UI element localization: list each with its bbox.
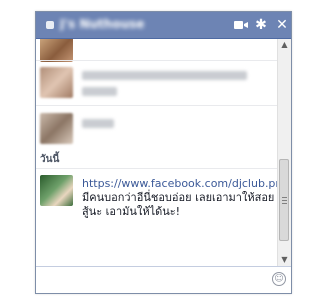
divider	[36, 168, 278, 169]
avatar[interactable]	[40, 175, 73, 206]
smiley-icon[interactable]: ☺	[272, 272, 286, 286]
online-status-icon	[46, 21, 54, 29]
avatar[interactable]	[40, 67, 73, 98]
gear-icon[interactable]: ✱	[253, 17, 269, 33]
grip-line	[282, 197, 287, 198]
avatar[interactable]	[40, 39, 73, 62]
divider	[36, 105, 278, 106]
scrollbar-thumb[interactable]	[279, 159, 289, 241]
chat-titlebar[interactable]: J's Nuthouse ✱ ✕	[36, 12, 291, 39]
message-list: วันนี้ https://www.facebook.com/djclub.p…	[36, 39, 278, 266]
chat-window: J's Nuthouse ✱ ✕ วันนี้ https://www.face…	[35, 11, 292, 294]
scrollbar[interactable]: ▲ ▼	[277, 39, 291, 266]
scroll-up-icon[interactable]: ▲	[278, 39, 291, 51]
blurred-message	[82, 87, 117, 96]
divider	[36, 60, 278, 61]
message-input[interactable]: ☺	[36, 266, 291, 293]
grip-line	[282, 203, 287, 204]
day-divider: วันนี้	[40, 154, 60, 165]
message-body-2: สู้นะ เอามันให้ได้นะ!	[82, 205, 181, 218]
message-link[interactable]: https://www.facebook.com/djclub.pr	[82, 177, 278, 190]
message-body: มีคนบอกว่าอีนี่ชอบอ่อย เลยเอามาให้สอย	[82, 191, 275, 204]
blurred-message	[82, 71, 247, 80]
avatar[interactable]	[40, 113, 73, 144]
message-text: https://www.facebook.com/djclub.pr มีคนบ…	[82, 177, 278, 219]
scroll-down-icon[interactable]: ▼	[278, 254, 291, 266]
close-icon[interactable]: ✕	[274, 17, 290, 33]
chat-title[interactable]: J's Nuthouse	[60, 17, 180, 31]
grip-line	[282, 200, 287, 201]
video-camera-icon[interactable]	[233, 17, 249, 33]
blurred-message	[82, 119, 114, 128]
